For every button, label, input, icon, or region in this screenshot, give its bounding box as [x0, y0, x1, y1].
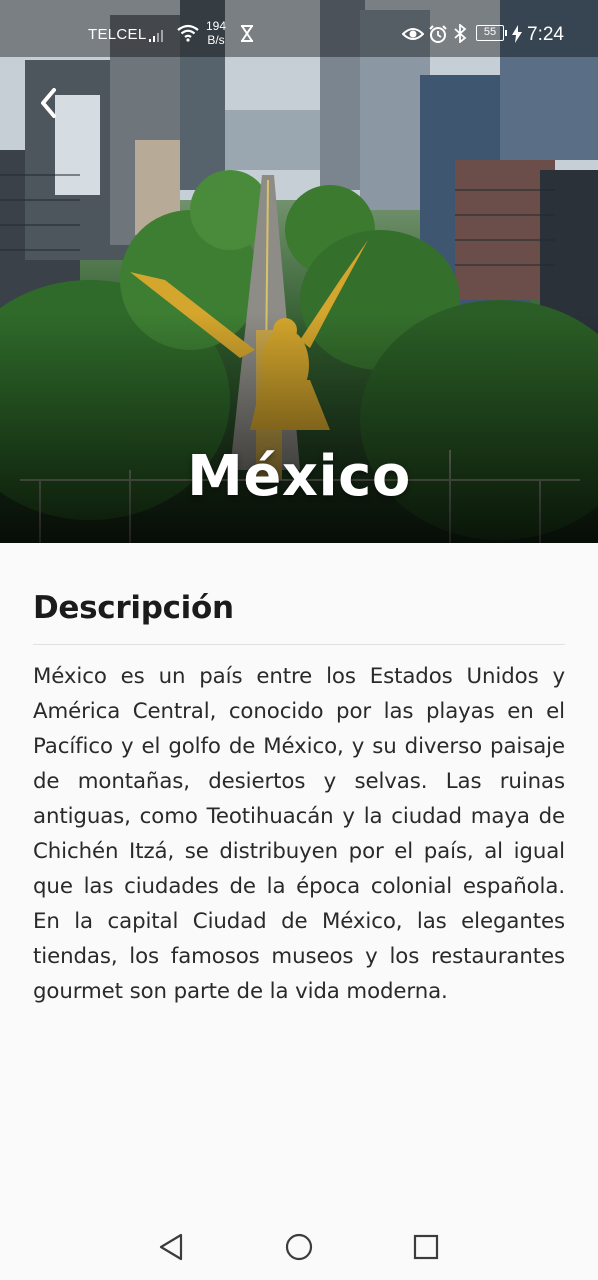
network-speed: 194 B/s [206, 19, 226, 47]
back-button[interactable] [28, 80, 68, 126]
battery-icon: 55 [476, 25, 507, 41]
description-text: México es un país entre los Estados Unid… [33, 664, 565, 1004]
chevron-left-icon [41, 88, 56, 118]
network-speed-unit: B/s [207, 33, 225, 47]
circle-home-icon [285, 1233, 313, 1261]
hero-image: TELCEL 194 B/s 55 7:24 México [0, 0, 598, 543]
description-heading: Descripción [33, 590, 234, 626]
carrier-label: TELCEL [88, 26, 147, 43]
hourglass-icon [241, 25, 253, 42]
description-section: Descripción México es un país entre los … [33, 590, 565, 1009]
status-time: 7:24 [527, 24, 564, 45]
country-title: México [187, 444, 411, 509]
nav-recents-button[interactable] [411, 1232, 441, 1262]
network-speed-value: 194 [206, 19, 227, 33]
battery-level: 55 [483, 26, 497, 38]
triangle-back-icon [159, 1233, 183, 1261]
nav-home-button[interactable] [284, 1232, 314, 1262]
system-navigation-bar [0, 1212, 598, 1280]
signal-icon [149, 30, 163, 42]
eye-icon [402, 28, 424, 40]
bluetooth-icon [454, 24, 467, 43]
nav-back-button[interactable] [156, 1232, 186, 1262]
wifi-icon [177, 24, 199, 42]
square-recents-icon [413, 1234, 439, 1260]
divider [33, 644, 565, 645]
alarm-icon [429, 25, 447, 43]
charging-icon [512, 25, 522, 43]
status-bar: TELCEL 194 B/s 55 7:24 [0, 0, 598, 57]
